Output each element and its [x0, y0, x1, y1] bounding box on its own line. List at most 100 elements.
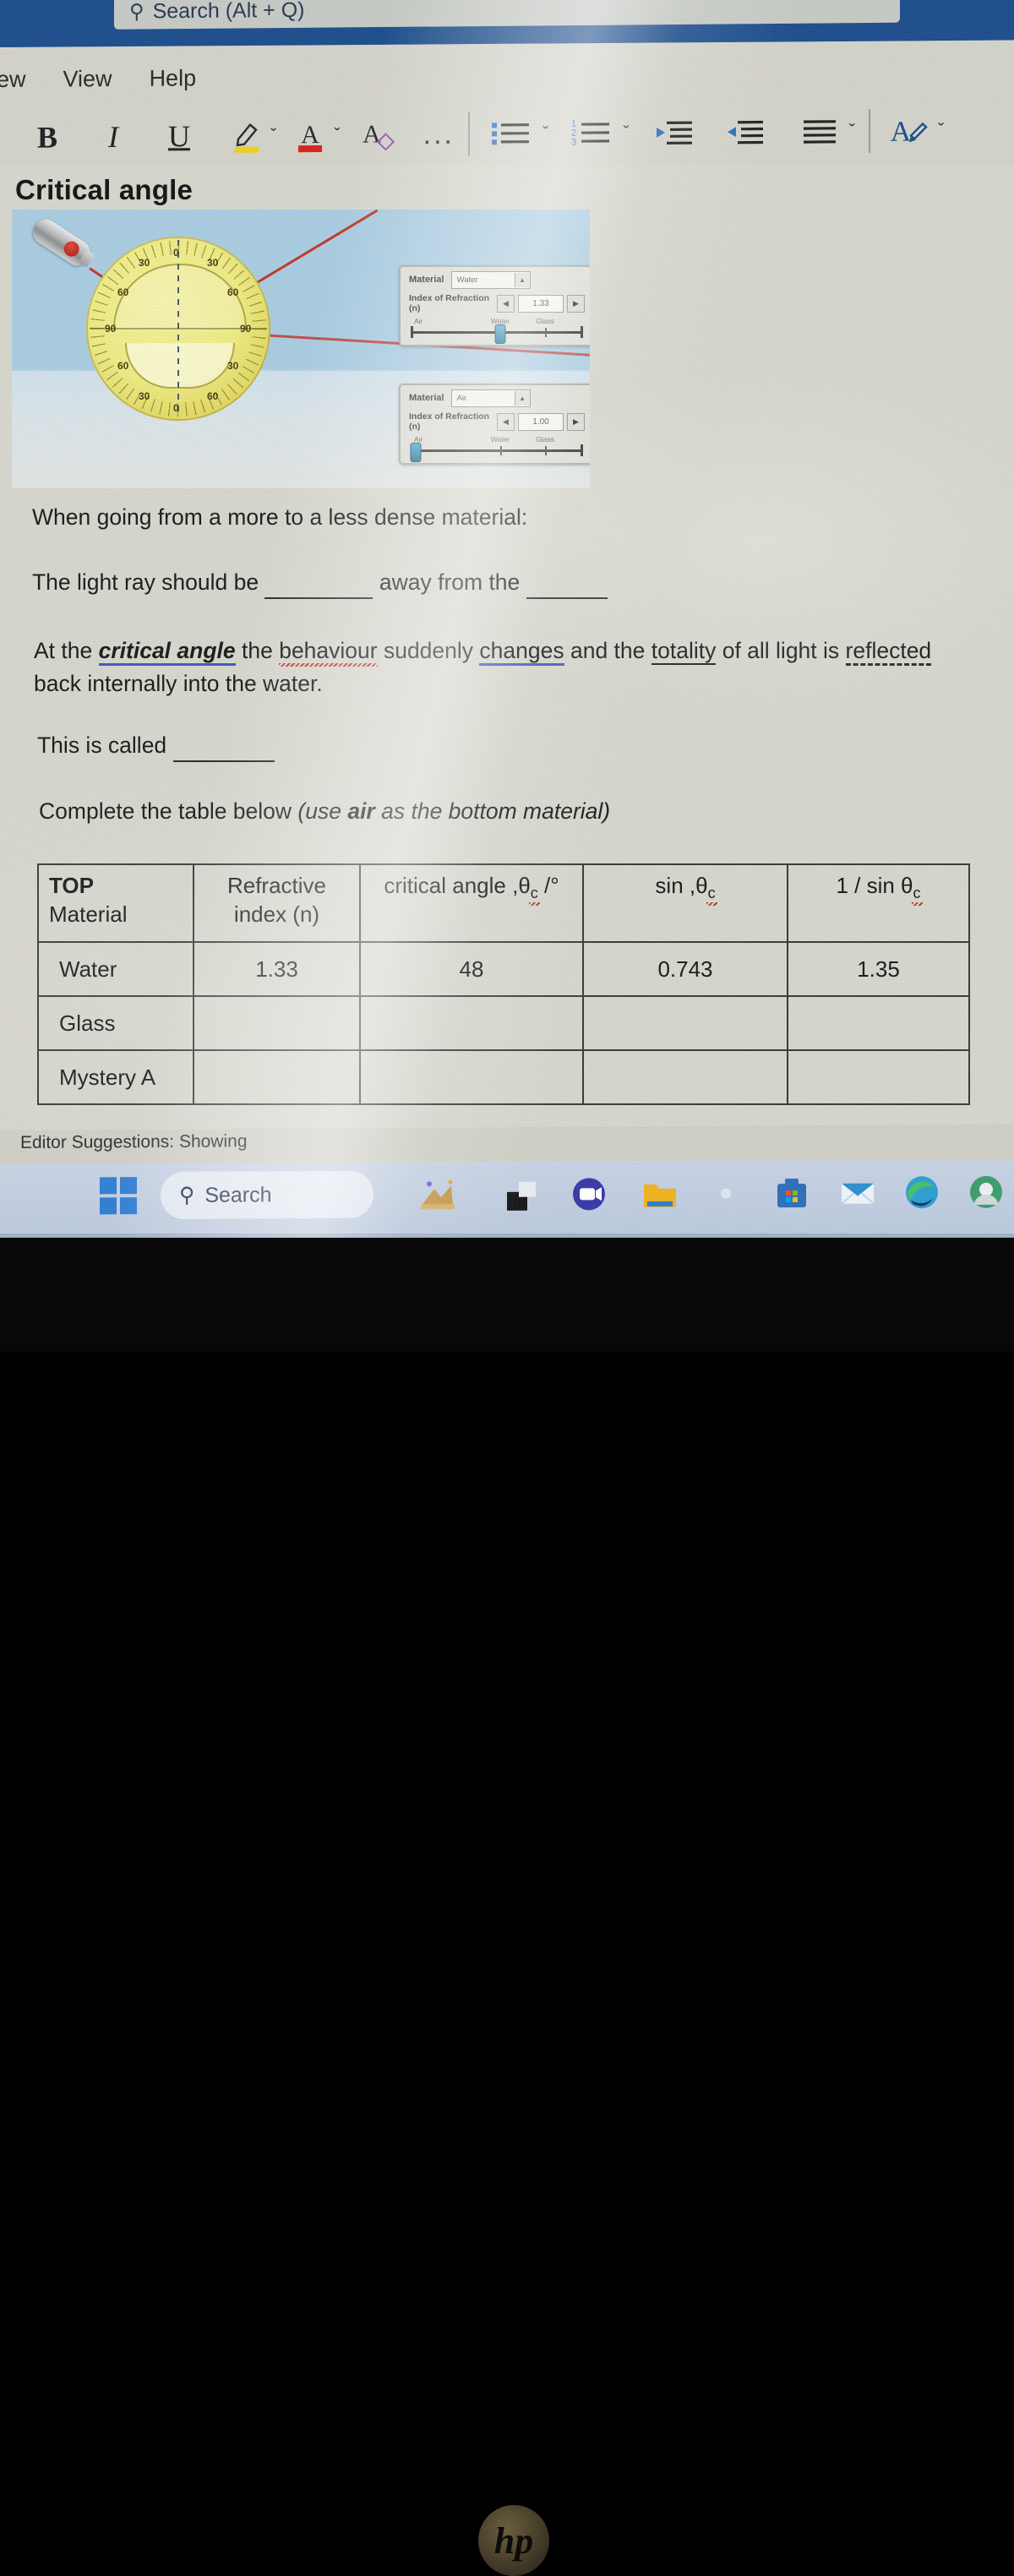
font-color-button[interactable]: A — [288, 110, 332, 161]
index-value[interactable]: 1.00 — [518, 412, 564, 431]
laser-button-icon — [61, 238, 83, 260]
cell-sin[interactable] — [582, 995, 788, 1051]
menu-item-view[interactable]: View — [45, 65, 131, 92]
search-input[interactable]: ⚲ Search (Alt + Q) — [114, 0, 900, 30]
cell-sin[interactable] — [582, 1049, 788, 1105]
increase-indent-button[interactable] — [716, 106, 775, 158]
styles-button[interactable]: A — [884, 105, 936, 155]
para-text-f: back internally into the water. — [34, 671, 323, 697]
table-row[interactable]: Mystery A — [37, 1049, 970, 1105]
index-value[interactable]: 1.33 — [518, 294, 564, 313]
decrease-indent-icon — [656, 121, 692, 145]
numbered-list-button[interactable]: 1 2 3 — [562, 107, 621, 159]
cell-material[interactable]: Glass — [37, 995, 194, 1051]
complete-table-italic-a: (use — [297, 798, 348, 824]
menu-item-review[interactable]: iew — [0, 66, 45, 92]
table-row[interactable]: Water 1.33 48 0.743 1.35 — [37, 941, 970, 997]
table-row[interactable]: Glass — [37, 995, 970, 1051]
index-of-refraction-label: Index of Refraction (n) — [409, 293, 490, 313]
cell-material[interactable]: Water — [37, 941, 194, 997]
material-label: Material — [409, 275, 444, 285]
para-text-a: At the — [34, 638, 99, 663]
underline-button[interactable]: U — [157, 111, 201, 161]
para-text-e: of all light is — [716, 638, 846, 663]
text-line-dense-material: When going from a more to a less dense m… — [32, 504, 528, 530]
index-slider-top[interactable]: Air Water Glass — [411, 317, 583, 344]
menu-item-help[interactable]: Help — [131, 65, 215, 92]
cell-index[interactable] — [193, 995, 361, 1051]
styles-chevron-down-icon[interactable]: ˇ — [938, 119, 944, 141]
cell-material[interactable]: Mystery A — [37, 1049, 194, 1105]
slider-knob-bottom[interactable] — [410, 443, 422, 462]
editor-suggestions-status[interactable]: Editor Suggestions: Showing — [20, 1131, 248, 1153]
slider-label-glass: Glass — [536, 435, 554, 444]
copilot-icon[interactable] — [416, 1174, 458, 1216]
index-stepper-bottom[interactable]: ◀ 1.00 ▶ — [497, 412, 585, 431]
chevron-up-icon[interactable]: ▲ — [514, 390, 530, 406]
stepper-left-arrow-icon[interactable]: ◀ — [497, 412, 515, 431]
material-panel-top[interactable]: Material Water ▲ Index of Refraction (n)… — [399, 265, 590, 346]
numbered-list-chevron-down-icon[interactable]: ˇ — [623, 122, 629, 144]
svg-text:A: A — [891, 117, 912, 148]
italic-button[interactable]: I — [91, 112, 135, 162]
alignment-chevron-down-icon[interactable]: ˇ — [849, 120, 855, 142]
para-behaviour-misspelled: behaviour — [279, 638, 378, 667]
decrease-indent-button[interactable] — [645, 106, 704, 158]
alignment-button[interactable] — [792, 106, 848, 157]
index-stepper-top[interactable]: ◀ 1.33 ▶ — [497, 294, 585, 313]
align-icon — [803, 120, 836, 144]
microsoft365-icon[interactable] — [705, 1172, 747, 1214]
cell-critical-angle[interactable] — [359, 1049, 584, 1105]
teams-icon[interactable] — [500, 1174, 542, 1216]
numbered-list-icon: 1 2 3 — [571, 119, 610, 148]
cell-critical-angle[interactable]: 48 — [359, 941, 584, 997]
app-icon[interactable] — [965, 1171, 1007, 1213]
blank-2[interactable] — [526, 569, 608, 599]
mail-icon[interactable] — [837, 1172, 879, 1214]
font-color-chevron-down-icon[interactable]: ˇ — [334, 124, 340, 146]
start-tile — [120, 1197, 137, 1215]
highlight-chevron-down-icon[interactable]: ˇ — [270, 124, 276, 146]
blank-1[interactable] — [264, 569, 373, 599]
slider-label-glass: Glass — [536, 317, 554, 325]
material-panel-bottom[interactable]: Material Air ▲ Index of Refraction (n) ◀… — [399, 384, 590, 465]
cell-index[interactable]: 1.33 — [193, 941, 361, 997]
stepper-right-arrow-icon[interactable]: ▶ — [567, 294, 585, 313]
cell-critical-angle[interactable] — [359, 995, 584, 1051]
blank-3[interactable] — [172, 732, 275, 762]
bullet-list-button[interactable] — [483, 108, 541, 160]
file-explorer-icon[interactable] — [639, 1173, 681, 1215]
bold-button[interactable]: B — [25, 112, 69, 162]
material-value: Air — [456, 393, 467, 403]
text-highlight-button[interactable] — [225, 111, 269, 161]
complete-table-bold-air: air — [347, 798, 375, 824]
para-totality-underline: totality — [651, 638, 717, 665]
para-text-c: suddenly — [377, 638, 480, 663]
fill-text-b: away from the — [379, 569, 521, 595]
video-chat-icon[interactable] — [568, 1173, 610, 1215]
highlighter-icon — [235, 123, 259, 153]
material-dropdown-top[interactable]: Water ▲ — [450, 270, 531, 289]
clear-formatting-button[interactable]: A — [352, 109, 401, 160]
taskbar-search-button[interactable]: ⚲ Search — [161, 1170, 373, 1220]
bullet-list-chevron-down-icon[interactable]: ˇ — [542, 123, 548, 144]
edge-icon[interactable] — [901, 1171, 943, 1213]
windows-start-icon[interactable] — [100, 1177, 137, 1215]
stepper-right-arrow-icon[interactable]: ▶ — [567, 412, 585, 431]
cell-index[interactable] — [193, 1049, 361, 1105]
cell-sin[interactable]: 0.743 — [582, 941, 788, 997]
more-options-button[interactable]: ... — [423, 117, 455, 150]
protractor-label: 60 — [117, 360, 129, 372]
chevron-up-icon[interactable]: ▲ — [514, 272, 530, 287]
material-dropdown-bottom[interactable]: Air ▲ — [450, 389, 531, 407]
cell-inv-sin[interactable]: 1.35 — [787, 941, 970, 997]
slider-knob-top[interactable] — [494, 324, 506, 344]
stepper-left-arrow-icon[interactable]: ◀ — [497, 294, 515, 313]
cell-inv-sin[interactable] — [787, 1049, 970, 1105]
header-critical-angle-suffix: /° — [537, 873, 559, 898]
critical-angle-table[interactable]: TOP Material Refractive index (n) critic… — [37, 863, 970, 1105]
index-slider-bottom[interactable]: Air Water Glass — [410, 435, 583, 462]
fill-text-a: The light ray should be — [32, 569, 259, 595]
cell-inv-sin[interactable] — [787, 995, 970, 1051]
store-icon[interactable] — [771, 1172, 813, 1214]
